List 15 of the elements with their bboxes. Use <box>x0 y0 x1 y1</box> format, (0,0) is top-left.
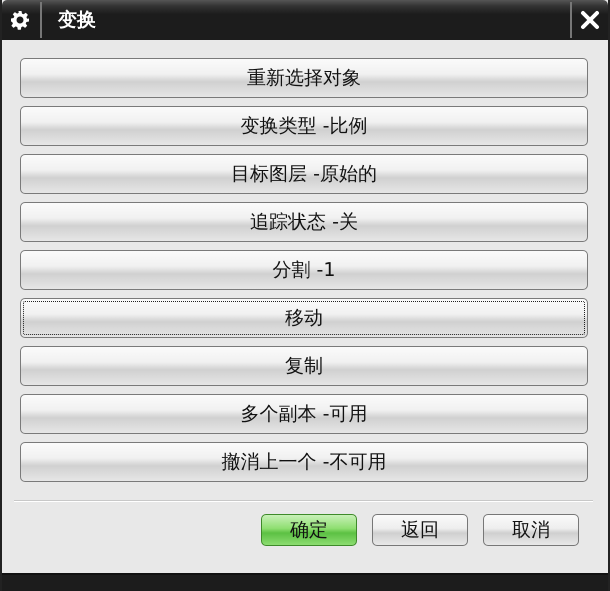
option-button[interactable]: 追踪状态 -关 <box>20 202 588 242</box>
option-button[interactable]: 移动 <box>20 298 588 338</box>
dialog-button[interactable]: 返回 <box>372 514 468 546</box>
option-button[interactable]: 目标图层 -原始的 <box>20 154 588 194</box>
window-title: 变换 <box>58 8 96 33</box>
option-button[interactable]: 重新选择对象 <box>20 58 588 98</box>
option-button[interactable]: 复制 <box>20 346 588 386</box>
dialog-button[interactable]: 取消 <box>483 514 579 546</box>
close-icon[interactable] <box>580 10 600 30</box>
dialog-button[interactable]: 确定 <box>261 514 357 546</box>
option-button[interactable]: 分割 -1 <box>20 250 588 290</box>
option-button[interactable]: 撤消上一个 -不可用 <box>20 442 588 482</box>
settings-icon[interactable] <box>10 10 30 30</box>
option-button[interactable]: 变换类型 -比例 <box>20 106 588 146</box>
option-button[interactable]: 多个副本 -可用 <box>20 394 588 434</box>
